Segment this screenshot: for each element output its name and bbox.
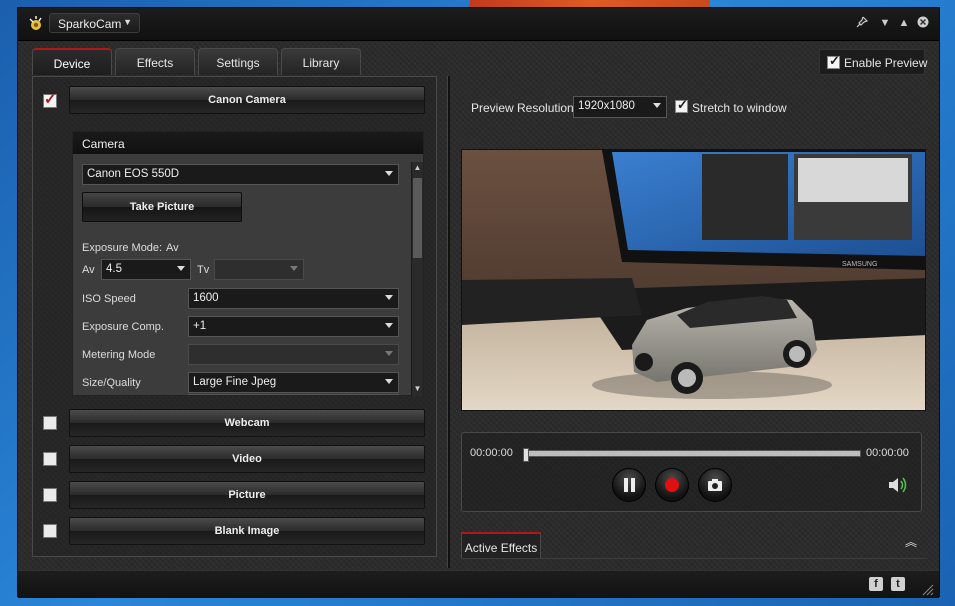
picture-button[interactable]: Picture <box>69 481 425 509</box>
tab-device[interactable]: Device <box>32 48 112 75</box>
camera-icon <box>708 479 722 491</box>
snapshot-button[interactable] <box>698 468 732 502</box>
blank-image-checkbox[interactable] <box>43 524 57 538</box>
camera-preview: SAMSUNG <box>461 149 926 411</box>
av-value: 4.5 <box>106 263 122 275</box>
chevron-down-icon <box>385 351 393 356</box>
pause-button[interactable] <box>612 468 646 502</box>
av-select[interactable]: 4.5 <box>101 259 191 280</box>
tab-library[interactable]: Library <box>281 48 361 75</box>
camera-model-value: Canon EOS 550D <box>87 168 180 180</box>
app-menu-button[interactable]: SparkoCam ▼ <box>49 13 140 33</box>
camera-scrollbar[interactable]: ▲ ▼ <box>411 162 423 396</box>
app-name-label: SparkoCam <box>58 17 122 31</box>
chevron-down-icon: ▼ <box>123 17 132 27</box>
iso-speed-value: 1600 <box>193 292 219 304</box>
menu-down-icon[interactable]: ▼ <box>878 16 892 30</box>
seek-handle[interactable] <box>523 448 529 462</box>
monitor-brand-text: SAMSUNG <box>842 261 877 268</box>
camera-group-title: Camera <box>73 132 423 154</box>
canon-camera-button[interactable]: Canon Camera <box>69 86 425 114</box>
iso-speed-select[interactable]: 1600 <box>188 288 399 309</box>
collapse-up-icon[interactable]: ︽ <box>905 536 917 548</box>
chevron-down-icon <box>290 266 298 271</box>
scroll-thumb[interactable] <box>413 178 422 258</box>
camera-model-select[interactable]: Canon EOS 550D <box>82 164 399 185</box>
title-bar: SparkoCam ▼ ▼ ▲ <box>18 8 939 41</box>
next-field-partial <box>188 394 399 395</box>
playback-panel: 00:00:00 00:00:00 <box>461 432 922 512</box>
app-window: SparkoCam ▼ ▼ ▲ Device Effects Settings … <box>17 7 940 598</box>
canon-camera-checkbox[interactable]: ✓ <box>43 91 57 108</box>
enable-preview-label: Enable Preview <box>844 56 928 70</box>
iso-speed-label: ISO Speed <box>82 293 136 305</box>
preview-scene-image: SAMSUNG <box>462 150 925 410</box>
chevron-down-icon <box>653 103 661 108</box>
status-bar: f t <box>18 570 939 598</box>
video-checkbox[interactable] <box>43 452 57 466</box>
webcam-button[interactable]: Webcam <box>69 409 425 437</box>
chevron-down-icon <box>177 266 185 271</box>
stretch-to-window-label: Stretch to window <box>692 101 787 115</box>
chevron-down-icon <box>385 295 393 300</box>
preview-resolution-label: Preview Resolution: <box>471 101 578 115</box>
av-label: Av <box>82 264 95 276</box>
close-button[interactable] <box>916 16 930 30</box>
chevron-down-icon <box>385 379 393 384</box>
webcam-checkbox[interactable] <box>43 416 57 430</box>
seek-bar[interactable] <box>523 448 861 462</box>
take-picture-button[interactable]: Take Picture <box>82 192 242 222</box>
close-icon <box>917 16 929 28</box>
pin-icon[interactable] <box>855 16 869 30</box>
scroll-down-icon[interactable]: ▼ <box>413 383 422 395</box>
stretch-to-window-checkbox[interactable]: ✓ <box>675 97 688 113</box>
time-end: 00:00:00 <box>866 447 909 459</box>
exposure-mode-value: Av <box>166 242 179 254</box>
chevron-down-icon <box>385 171 393 176</box>
effects-divider <box>461 558 926 559</box>
facebook-icon[interactable]: f <box>869 577 883 591</box>
tab-effects[interactable]: Effects <box>115 48 195 75</box>
scroll-up-icon[interactable]: ▲ <box>413 162 422 174</box>
minimize-up-icon[interactable]: ▲ <box>897 16 911 30</box>
tv-label: Tv <box>197 264 210 276</box>
camera-group: Camera Canon EOS 550D Take Picture Expos… <box>72 131 424 396</box>
chevron-down-icon <box>385 323 393 328</box>
preview-resolution-select[interactable]: 1920x1080 <box>573 96 667 118</box>
check-icon: ✓ <box>44 91 57 108</box>
active-effects-tab[interactable]: Active Effects <box>461 532 541 559</box>
tv-select[interactable] <box>214 259 304 280</box>
enable-preview-checkbox[interactable]: ✓ <box>827 53 840 69</box>
preview-resolution-value: 1920x1080 <box>578 100 635 112</box>
size-quality-value: Large Fine Jpeg <box>193 376 277 388</box>
twitter-icon[interactable]: t <box>891 577 905 591</box>
time-start: 00:00:00 <box>470 447 513 459</box>
size-quality-label: Size/Quality <box>82 377 141 389</box>
tab-settings[interactable]: Settings <box>198 48 278 75</box>
metering-mode-label: Metering Mode <box>82 349 156 361</box>
panel-divider <box>447 76 450 568</box>
record-button[interactable] <box>655 468 689 502</box>
record-icon <box>665 478 679 492</box>
blank-image-button[interactable]: Blank Image <box>69 517 425 545</box>
exposure-comp-label: Exposure Comp. <box>82 321 164 333</box>
sparkocam-logo-icon <box>29 16 42 30</box>
picture-checkbox[interactable] <box>43 488 57 502</box>
size-quality-select[interactable]: Large Fine Jpeg <box>188 372 399 393</box>
video-button[interactable]: Video <box>69 445 425 473</box>
resize-grip-icon[interactable] <box>920 582 934 596</box>
exposure-comp-select[interactable]: +1 <box>188 316 399 337</box>
enable-preview-toggle[interactable]: ✓ Enable Preview <box>819 49 928 75</box>
metering-mode-select[interactable] <box>188 344 399 365</box>
exposure-comp-value: +1 <box>193 320 207 332</box>
pause-icon <box>624 478 635 492</box>
exposure-mode-label: Exposure Mode: <box>82 242 163 254</box>
volume-icon[interactable] <box>887 475 909 495</box>
